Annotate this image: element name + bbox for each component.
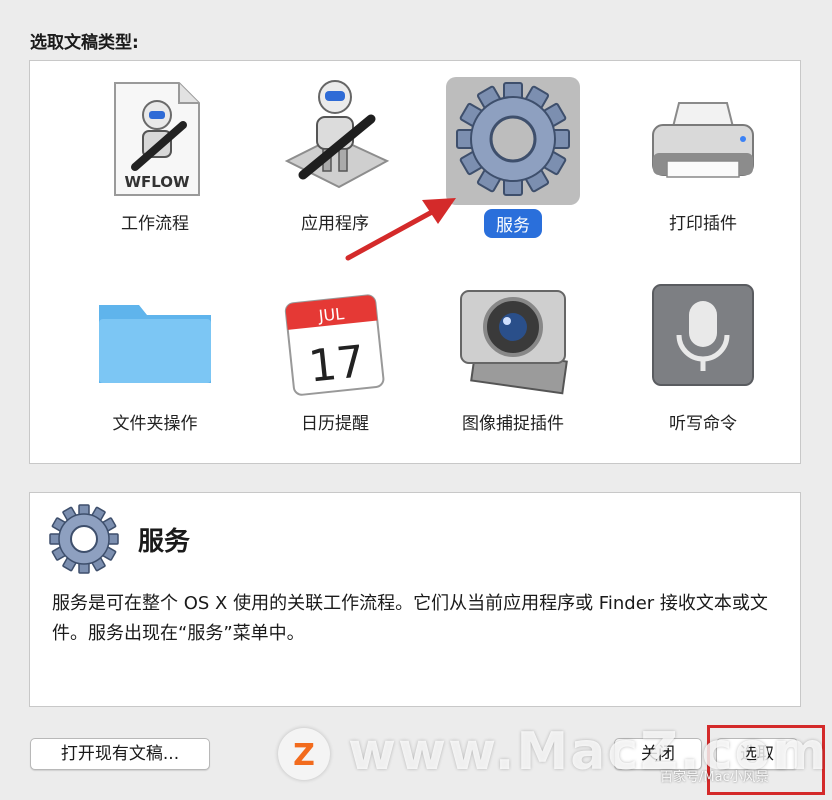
- tile-calendar-alarm[interactable]: JUL 17 日历提醒: [245, 269, 425, 459]
- document-type-heading: 选取文稿类型:: [30, 33, 139, 53]
- tile-service[interactable]: 服务: [423, 69, 603, 259]
- workflow-document-icon: WFLOW: [91, 75, 219, 203]
- svg-text:Z: Z: [293, 738, 315, 773]
- tile-label: 服务: [423, 209, 603, 238]
- description-panel: 服务 服务是可在整个 OS X 使用的关联工作流程。它们从当前应用程序或 Fin…: [29, 492, 801, 707]
- service-gear-icon: [446, 77, 580, 205]
- open-existing-document-button[interactable]: 打开现有文稿...: [30, 738, 210, 770]
- tile-label: 文件夹操作: [112, 414, 198, 434]
- calendar-icon: JUL 17: [271, 275, 399, 403]
- tile-application[interactable]: 应用程序: [245, 69, 425, 259]
- watermark-logo: Z: [278, 728, 330, 780]
- tile-label: 日历提醒: [301, 414, 369, 434]
- wflow-badge: WFLOW: [124, 173, 190, 191]
- printer-icon: [639, 75, 767, 203]
- tile-label: 听写命令: [669, 414, 737, 434]
- calendar-day: 17: [306, 336, 367, 393]
- tile-workflow[interactable]: WFLOW 工作流程: [65, 69, 245, 259]
- image-capture-camera-icon: [449, 275, 577, 403]
- microphone-icon: [639, 275, 767, 403]
- description-title: 服务: [138, 527, 191, 557]
- tile-label: 图像捕捉插件: [462, 414, 564, 434]
- folder-icon: [91, 275, 219, 403]
- service-gear-icon: [46, 501, 122, 577]
- document-type-grid: WFLOW 工作流程 应用程序 服务 打印插件 文件夹操作 JUL 17 日历提…: [29, 60, 801, 464]
- description-text: 服务是可在整个 OS X 使用的关联工作流程。它们从当前应用程序或 Finder…: [52, 593, 768, 644]
- tile-image-capture-plugin[interactable]: 图像捕捉插件: [423, 269, 603, 459]
- tile-label: 工作流程: [121, 214, 189, 234]
- tile-dictation-command[interactable]: 听写命令: [613, 269, 793, 459]
- tile-label: 打印插件: [669, 214, 737, 234]
- tile-print-plugin[interactable]: 打印插件: [613, 69, 793, 259]
- tile-label: 应用程序: [301, 214, 369, 234]
- calendar-month: JUL: [317, 304, 345, 326]
- tile-folder-action[interactable]: 文件夹操作: [65, 269, 245, 459]
- watermark-subtext: 百家号/Mac小风景: [660, 770, 769, 785]
- application-automator-icon: [271, 75, 399, 203]
